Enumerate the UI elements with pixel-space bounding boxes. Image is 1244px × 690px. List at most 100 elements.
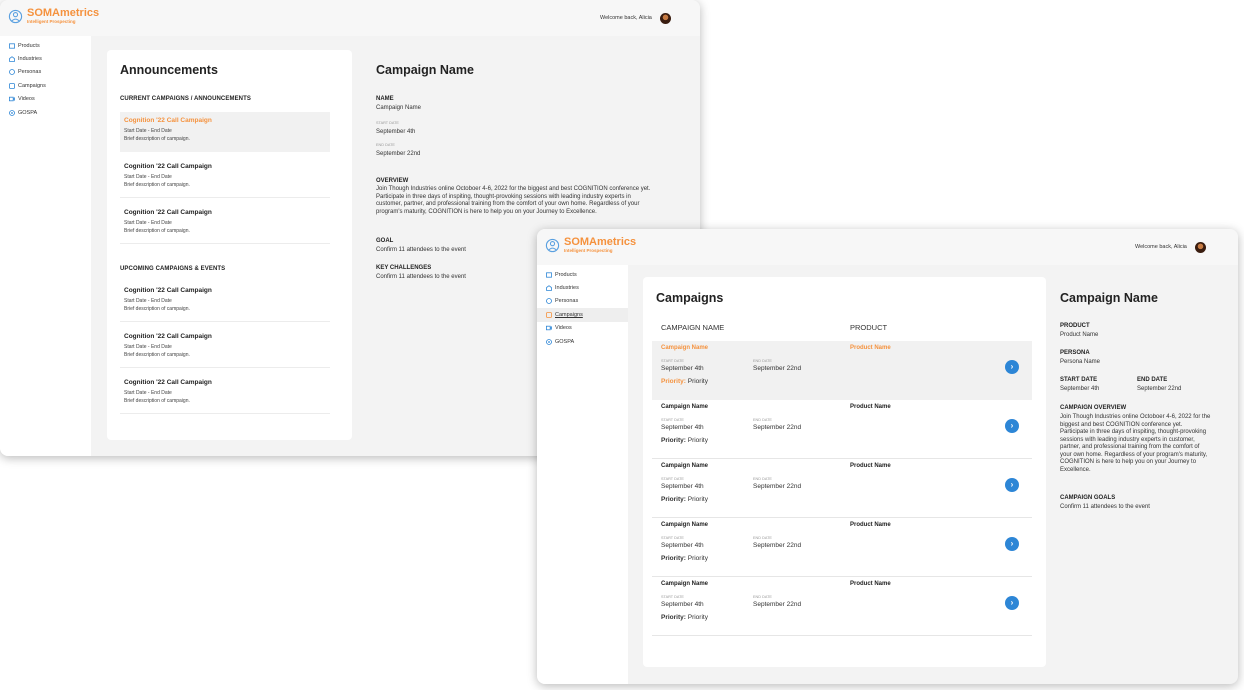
product-name: Product Name: [850, 463, 891, 469]
column-header-product[interactable]: PRODUCT: [850, 323, 887, 332]
announcement-title: Cognition '22 Call Campaign: [124, 209, 212, 216]
sidebar-item-industries[interactable]: Industries: [0, 52, 91, 65]
table-row[interactable]: Campaign Name Product Name START DATE Se…: [652, 518, 1032, 577]
sidebar-item-label: Campaigns: [555, 311, 583, 318]
product-label: PRODUCT: [1060, 323, 1090, 329]
end-date-value: September 22nd: [753, 483, 802, 490]
sidebar-item-label: Personas: [555, 298, 579, 305]
logo[interactable]: SOMAmetrics Intelligent Prospecting: [545, 237, 636, 254]
announcement-title: Cognition '22 Call Campaign: [124, 287, 212, 294]
start-date-value: September 4th: [661, 483, 704, 490]
table-row[interactable]: Campaign Name Product Name START DATE Se…: [652, 577, 1032, 636]
end-date-value: September 22nd: [753, 542, 802, 549]
building-icon: [546, 285, 552, 291]
name-value: Campaign Name: [376, 105, 422, 111]
start-date-label: START DATE: [1060, 377, 1098, 383]
building-icon: [9, 56, 15, 62]
sidebar-item-industries[interactable]: Industries: [537, 281, 628, 294]
avatar[interactable]: [659, 12, 671, 24]
end-date-value: September 22nd: [753, 424, 802, 431]
priority: Priority: Priority: [661, 437, 708, 444]
open-campaign-button[interactable]: ›: [1005, 537, 1019, 551]
logo[interactable]: SOMAmetrics Intelligent Prospecting: [8, 8, 99, 25]
announcement-item[interactable]: Cognition '22 Call Campaign Start Date -…: [120, 204, 330, 244]
start-date-label: START DATE: [661, 418, 684, 422]
chevron-right-icon: ›: [1010, 539, 1014, 548]
start-date-value: September 4th: [661, 365, 704, 372]
sidebar-item-videos[interactable]: Videos: [537, 322, 628, 335]
brand-name: SOMAmetrics: [27, 7, 100, 19]
sidebar-item-personas[interactable]: Personas: [0, 66, 91, 79]
announcement-dates: Start Date - End Date: [124, 344, 172, 350]
campaign-name: Campaign Name: [661, 522, 709, 528]
box-icon: [9, 43, 15, 49]
chevron-right-icon: ›: [1010, 598, 1014, 607]
announcement-item[interactable]: Cognition '22 Call Campaign Start Date -…: [120, 328, 330, 368]
sidebar-item-products[interactable]: Products: [537, 268, 628, 281]
open-campaign-button[interactable]: ›: [1005, 596, 1019, 610]
sidebar-item-gospa[interactable]: GOSPA: [0, 106, 91, 119]
sidebar-item-videos[interactable]: Videos: [0, 93, 91, 106]
end-date-value: September 22nd: [376, 151, 421, 157]
sidebar-item-label: Videos: [555, 325, 572, 332]
open-campaign-button[interactable]: ›: [1005, 360, 1019, 374]
product-name: Product Name: [850, 581, 891, 587]
target-icon: [546, 338, 552, 345]
sidebar-item-label: Personas: [18, 69, 42, 76]
priority-label: Priority:: [661, 496, 686, 503]
sidebar-item-campaigns[interactable]: Campaigns: [537, 308, 628, 322]
open-campaign-button[interactable]: ›: [1005, 419, 1019, 433]
sidebar-item-campaigns[interactable]: Campaigns: [0, 79, 91, 92]
current-campaigns-heading: CURRENT CAMPAIGNS / ANNOUNCEMENTS: [120, 96, 251, 102]
announcement-dates: Start Date - End Date: [124, 128, 172, 134]
campaign-name: Campaign Name: [661, 463, 709, 469]
column-header-campaign-name[interactable]: CAMPAIGN NAME: [661, 323, 724, 332]
user-menu[interactable]: Welcome back, Alicia: [1135, 229, 1206, 265]
priority-value: Priority: [687, 437, 708, 444]
welcome-text: Welcome back, Alicia: [1135, 244, 1187, 250]
end-date-label: END DATE: [1137, 377, 1168, 383]
announcement-item[interactable]: Cognition '22 Call Campaign Start Date -…: [120, 112, 330, 152]
box-icon: [546, 272, 552, 278]
announcement-item[interactable]: Cognition '22 Call Campaign Start Date -…: [120, 282, 330, 322]
start-date-value: September 4th: [661, 542, 704, 549]
announcement-item[interactable]: Cognition '22 Call Campaign Start Date -…: [120, 158, 330, 198]
campaign-name: Campaign Name: [661, 581, 709, 587]
priority-label: Priority:: [661, 555, 686, 562]
user-menu[interactable]: Welcome back, Alicia: [600, 0, 671, 36]
key-challenges-label: KEY CHALLENGES: [376, 265, 432, 271]
priority-value: Priority: [687, 555, 708, 562]
brand-tagline: Intelligent Prospecting: [564, 248, 613, 253]
chevron-right-icon: ›: [1010, 362, 1014, 371]
start-date-label: START DATE: [661, 359, 684, 363]
sidebar-item-label: GOSPA: [18, 109, 38, 116]
start-date-label: START DATE: [661, 536, 684, 540]
priority: Priority: Priority: [661, 614, 708, 621]
top-bar: SOMAmetrics Intelligent Prospecting Welc…: [537, 229, 1238, 265]
goal-text: Confirm 11 attendees to the event: [376, 247, 466, 253]
persona-icon: [546, 298, 552, 305]
campaign-goals-text: Confirm 11 attendees to the event: [1060, 504, 1150, 510]
avatar[interactable]: [1194, 241, 1206, 253]
end-date-label: END DATE: [753, 418, 772, 422]
sidebar-item-label: Industries: [18, 56, 42, 63]
table-row[interactable]: Campaign Name Product Name START DATE Se…: [652, 400, 1032, 459]
video-icon: [546, 326, 552, 331]
announcement-item[interactable]: Cognition '22 Call Campaign Start Date -…: [120, 374, 330, 414]
open-campaign-button[interactable]: ›: [1005, 478, 1019, 492]
sidebar-item-gospa[interactable]: GOSPA: [537, 335, 628, 348]
upcoming-campaigns-heading: UPCOMING CAMPAIGNS & EVENTS: [120, 266, 226, 272]
end-date-label: END DATE: [753, 359, 772, 363]
end-date-value: September 22nd: [753, 365, 802, 372]
table-row[interactable]: Campaign Name Product Name START DATE Se…: [652, 459, 1032, 518]
table-row[interactable]: Campaign Name Product Name START DATE Se…: [652, 341, 1032, 400]
sidebar-item-products[interactable]: Products: [0, 39, 91, 52]
chevron-right-icon: ›: [1010, 480, 1014, 489]
start-date-label: START DATE: [376, 121, 399, 125]
announcement-dates: Start Date - End Date: [124, 174, 172, 180]
sidebar-item-label: Products: [555, 271, 577, 278]
announcement-title: Cognition '22 Call Campaign: [124, 379, 212, 386]
sidebar-item-personas[interactable]: Personas: [537, 295, 628, 308]
campaign-name: Campaign Name: [661, 345, 709, 351]
sidebar: Products Industries Personas Campaigns V…: [537, 265, 628, 684]
